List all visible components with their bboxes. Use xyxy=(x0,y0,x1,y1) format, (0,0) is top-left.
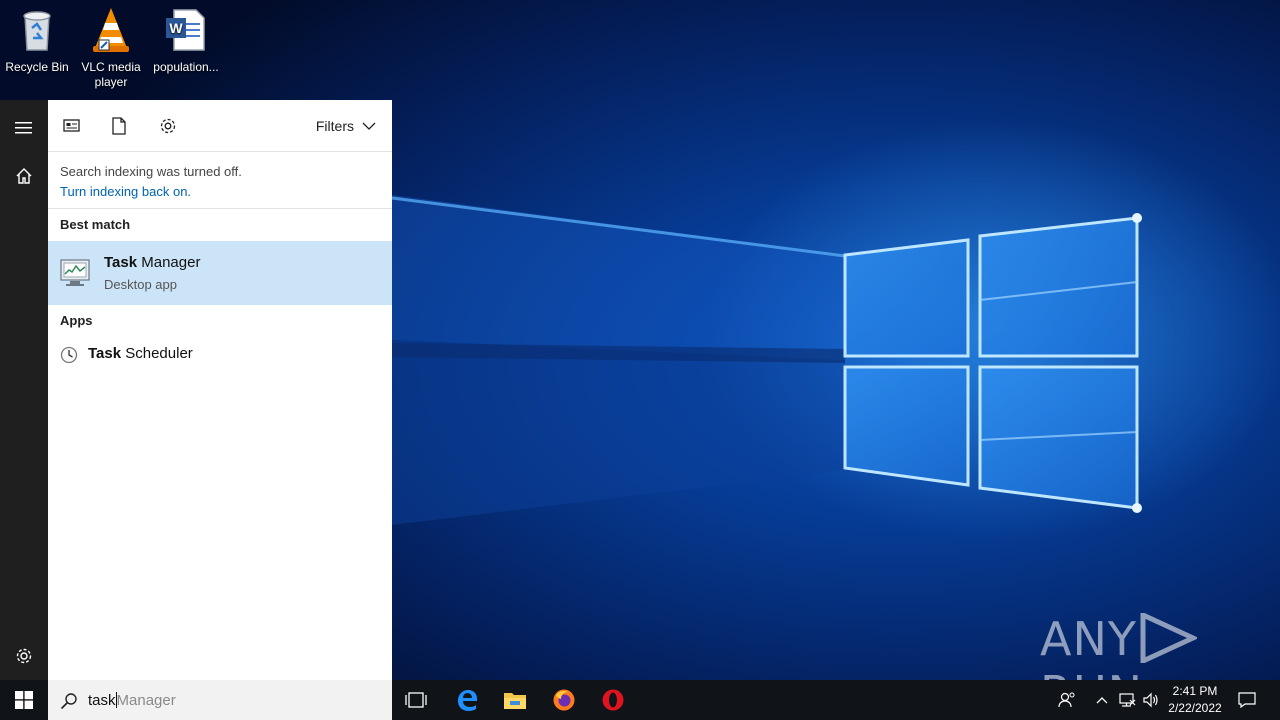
windows-logo-icon xyxy=(15,691,33,709)
opera-icon xyxy=(602,689,624,711)
desktop-icon-label: VLC media player xyxy=(81,60,141,89)
filters-dropdown[interactable]: Filters xyxy=(316,118,376,134)
autocomplete-suggestion: Manager xyxy=(116,692,176,709)
task-scheduler-icon xyxy=(60,346,78,364)
start-menu-rail xyxy=(0,100,48,680)
settings-gear-icon xyxy=(16,648,32,664)
opera-button[interactable] xyxy=(589,680,637,720)
result-subtitle: Desktop app xyxy=(104,277,177,292)
result-title: Task Scheduler xyxy=(88,345,193,362)
taskbar-search-box[interactable]: taskManager xyxy=(48,680,392,720)
settings-filter-button[interactable] xyxy=(158,116,178,136)
hamburger-menu-icon xyxy=(15,122,32,134)
action-center-button[interactable] xyxy=(1236,680,1258,720)
apps-heading: Apps xyxy=(60,313,93,328)
indexing-off-text: Search indexing was turned off. xyxy=(60,164,242,179)
task-view-icon xyxy=(405,692,427,708)
task-view-button[interactable] xyxy=(392,680,440,720)
desktop-icon-recycle-bin[interactable]: Recycle Bin xyxy=(0,6,74,75)
file-explorer-icon xyxy=(504,693,526,709)
people-button[interactable] xyxy=(1056,680,1078,720)
show-hidden-icons-button[interactable] xyxy=(1094,680,1110,720)
best-match-heading: Best match xyxy=(60,217,131,232)
chevron-up-icon xyxy=(1096,697,1108,704)
start-button[interactable] xyxy=(0,680,48,720)
file-explorer-button[interactable] xyxy=(491,680,539,720)
firefox-icon xyxy=(553,689,575,711)
apps-icon xyxy=(63,119,80,132)
clock-time: 2:41 PM xyxy=(1172,684,1218,698)
edge-button[interactable] xyxy=(443,680,491,720)
expand-menu-button[interactable] xyxy=(0,104,48,152)
chevron-down-icon xyxy=(362,122,376,130)
documents-filter-button[interactable] xyxy=(109,116,129,136)
recycle-bin-icon xyxy=(13,6,61,54)
task-manager-icon xyxy=(60,259,90,286)
home-button[interactable] xyxy=(0,152,48,200)
app-result-task-scheduler[interactable]: Task Scheduler xyxy=(48,337,392,373)
network-icon xyxy=(1119,693,1136,707)
search-toolbar: Filters xyxy=(48,100,392,152)
notification-icon xyxy=(1238,692,1256,708)
desktop-icon-label: Recycle Bin xyxy=(5,60,69,74)
search-icon xyxy=(60,693,77,710)
taskbar: taskManager 2:41 PM 2/22/2022 xyxy=(0,680,1280,720)
documents-icon xyxy=(112,117,126,135)
vlc-icon xyxy=(87,6,135,54)
home-icon xyxy=(16,168,32,184)
volume-button[interactable] xyxy=(1141,680,1161,720)
desktop-icon-population-doc[interactable]: W population... xyxy=(149,6,223,75)
firefox-button[interactable] xyxy=(540,680,588,720)
play-logo-icon xyxy=(1140,611,1199,665)
search-input[interactable]: taskManager xyxy=(88,692,176,709)
desktop-icon-vlc[interactable]: VLC media player xyxy=(74,6,148,90)
speaker-icon xyxy=(1143,692,1158,708)
search-results-panel: Filters Search indexing was turned off. … xyxy=(48,100,392,680)
taskbar-clock[interactable]: 2:41 PM 2/22/2022 xyxy=(1160,683,1230,717)
turn-indexing-on-link[interactable]: Turn indexing back on. xyxy=(60,182,380,202)
filters-label: Filters xyxy=(315,118,354,134)
settings-icon xyxy=(160,118,176,134)
edge-icon xyxy=(458,690,477,711)
apps-filter-button[interactable] xyxy=(62,116,82,136)
desktop-icon-label: population... xyxy=(153,60,219,74)
network-button[interactable] xyxy=(1117,680,1137,720)
best-match-result[interactable]: Task Manager Desktop app xyxy=(48,241,392,305)
settings-button[interactable] xyxy=(0,632,48,680)
indexing-notice: Search indexing was turned off. Turn ind… xyxy=(48,152,392,209)
clock-date: 2/22/2022 xyxy=(1168,701,1222,715)
people-icon xyxy=(1058,692,1075,708)
result-title: Task Manager xyxy=(104,254,201,271)
word-document-icon: W xyxy=(162,6,210,54)
svg-text:W: W xyxy=(169,20,183,36)
